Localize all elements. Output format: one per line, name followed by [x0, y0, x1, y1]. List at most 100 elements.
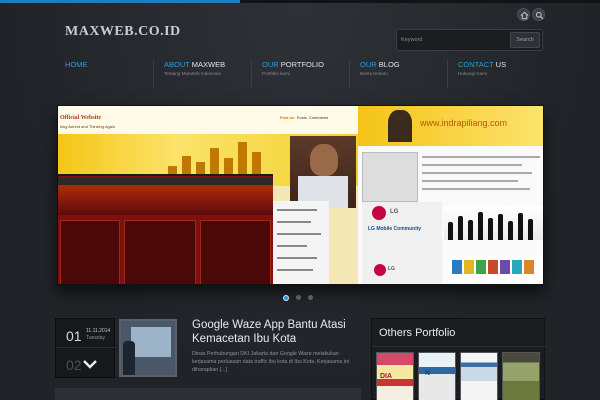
- follow-posts: Posts: [296, 115, 307, 120]
- post-date-box: 01 11.11.2014 Tuesday 02: [55, 318, 116, 378]
- right-site-thumbnails: [448, 256, 543, 284]
- nav-item-blog[interactable]: OUR BLOG Berita terbaru: [349, 60, 447, 88]
- text-line: [277, 257, 317, 259]
- thumb-label: N: [425, 370, 431, 377]
- nav-title-main: BLOG: [378, 60, 400, 69]
- thumb: [488, 260, 498, 274]
- nav-title-main: US: [495, 60, 507, 69]
- slide-site-title: Official Website: [60, 115, 102, 121]
- thumb-label: DIA: [380, 373, 393, 380]
- post-day: 01: [66, 328, 82, 344]
- slide-site-header: [58, 106, 358, 134]
- crowd-figure: [518, 213, 523, 240]
- slide-follow-links: Find on Posts Comments: [280, 115, 328, 120]
- text-line: [277, 269, 313, 271]
- crowd-figure: [508, 221, 513, 240]
- nav-item-portfolio[interactable]: OUR PORTFOLIO Portfolio kami: [251, 60, 349, 88]
- text-line: [422, 180, 518, 182]
- others-portfolio-widget: Others Portfolio DIA N: [371, 318, 546, 400]
- nav-subtitle: Hubungi Kami: [458, 71, 487, 76]
- crowd-figure: [458, 216, 463, 240]
- portfolio-thumbnail[interactable]: N: [418, 352, 456, 400]
- crowd-figure: [528, 219, 533, 240]
- crowd-figure: [468, 220, 473, 240]
- next-post-day: 02: [66, 357, 82, 373]
- portfolio-thumbnail[interactable]: [460, 352, 498, 400]
- nav-item-home[interactable]: HOME: [55, 60, 153, 88]
- follow-label: Find on: [280, 115, 295, 120]
- widget-divider: [372, 346, 546, 347]
- slide-portrait-face: [310, 144, 338, 176]
- text-line: [277, 245, 307, 247]
- text-line: [422, 164, 522, 166]
- nav-subtitle: Portfolio kami: [262, 71, 290, 76]
- crowd-figure: [498, 214, 503, 240]
- nav-item-about[interactable]: ABOUT MAXWEB Tentang MaxWeb Indonesia: [153, 60, 251, 88]
- lg-community-title: LG Mobile Community: [368, 226, 422, 232]
- slide-screenshot-left: Official Website king Artrest and Thinki…: [58, 106, 358, 284]
- slider-dot[interactable]: [308, 295, 313, 300]
- nav-title-main: PORTFOLIO: [280, 60, 324, 69]
- nav-title-main: MAXWEB: [191, 60, 226, 69]
- slider-dot[interactable]: [296, 295, 301, 300]
- lg-brand-text: LG: [390, 209, 399, 215]
- red-site-nav: [58, 178, 273, 185]
- right-site-photo: [362, 152, 418, 202]
- thumb-projection-screen: [131, 327, 171, 357]
- thumb: [512, 260, 522, 274]
- portfolio-thumbnail[interactable]: [502, 352, 540, 400]
- magnifier-icon[interactable]: [532, 8, 545, 21]
- nav-title-prefix: CONTACT: [458, 60, 494, 69]
- thumb: [452, 260, 462, 274]
- crowd-graphic: [444, 206, 543, 240]
- red-site-column: [124, 220, 196, 284]
- search-input[interactable]: [401, 33, 509, 47]
- slide-site-tagline: king Artrest and Thinking Again: [60, 124, 116, 129]
- nav-subtitle: Tentang MaxWeb Indonesia: [164, 71, 221, 76]
- nav-title-portfolio: OUR PORTFOLIO: [262, 60, 349, 69]
- search-button[interactable]: Search: [510, 32, 540, 48]
- portfolio-slider[interactable]: Official Website king Artrest and Thinki…: [57, 105, 544, 285]
- post-title-link[interactable]: Google Waze App Bantu Atasi Kemacetan Ib…: [192, 318, 362, 346]
- nav-title-prefix: OUR: [262, 60, 279, 69]
- text-line: [422, 188, 530, 190]
- nav-title-blog: OUR BLOG: [360, 60, 447, 69]
- crowd-figure: [488, 218, 493, 240]
- red-site-column: [200, 220, 271, 284]
- text-line: [277, 209, 317, 211]
- thumb-speaker: [123, 341, 135, 375]
- portfolio-thumbnail[interactable]: DIA: [376, 352, 414, 400]
- red-site-column: [60, 220, 120, 284]
- nav-title-contact: CONTACT US: [458, 60, 545, 69]
- post-date: 11.11.2014: [86, 328, 111, 334]
- lg-brand-text: LG: [388, 266, 395, 272]
- post-weekday: Tuesday: [86, 335, 105, 341]
- text-line: [277, 233, 321, 235]
- search-box: Search: [396, 29, 543, 51]
- post-thumbnail[interactable]: [119, 319, 177, 377]
- thumb: [476, 260, 486, 274]
- text-line: [422, 156, 540, 158]
- slide-screenshot-right: www.indrapiliang.com Testimoni LG LG Mob…: [358, 106, 543, 284]
- post-excerpt: Dinas Perhubungan DKI Jakarta dan Google…: [192, 351, 350, 373]
- top-accent-bar: [0, 0, 240, 3]
- slide-screenshot-red: [58, 174, 273, 284]
- top-dark-bar: [240, 0, 600, 3]
- site-logo[interactable]: MAXWEB.CO.ID: [65, 24, 181, 40]
- nav-title-prefix: ABOUT: [164, 60, 190, 69]
- slide-screenshot-middle: [273, 201, 329, 284]
- main-nav: HOME ABOUT MAXWEB Tentang MaxWeb Indones…: [55, 60, 545, 90]
- nav-title-about: ABOUT MAXWEB: [164, 60, 251, 69]
- crowd-figure: [448, 222, 453, 240]
- home-icon[interactable]: [517, 8, 530, 21]
- crowd-figure: [478, 212, 483, 240]
- nav-subtitle: Berita terbaru: [360, 71, 388, 76]
- nav-title-prefix: OUR: [360, 60, 377, 69]
- text-line: [277, 221, 311, 223]
- nav-title-home: HOME: [65, 60, 88, 69]
- widget-title: Others Portfolio: [379, 327, 456, 339]
- slider-dot[interactable]: [283, 294, 289, 301]
- thumb: [524, 260, 534, 274]
- chevron-down-icon[interactable]: [82, 359, 98, 369]
- nav-item-contact[interactable]: CONTACT US Hubungi Kami: [447, 60, 545, 88]
